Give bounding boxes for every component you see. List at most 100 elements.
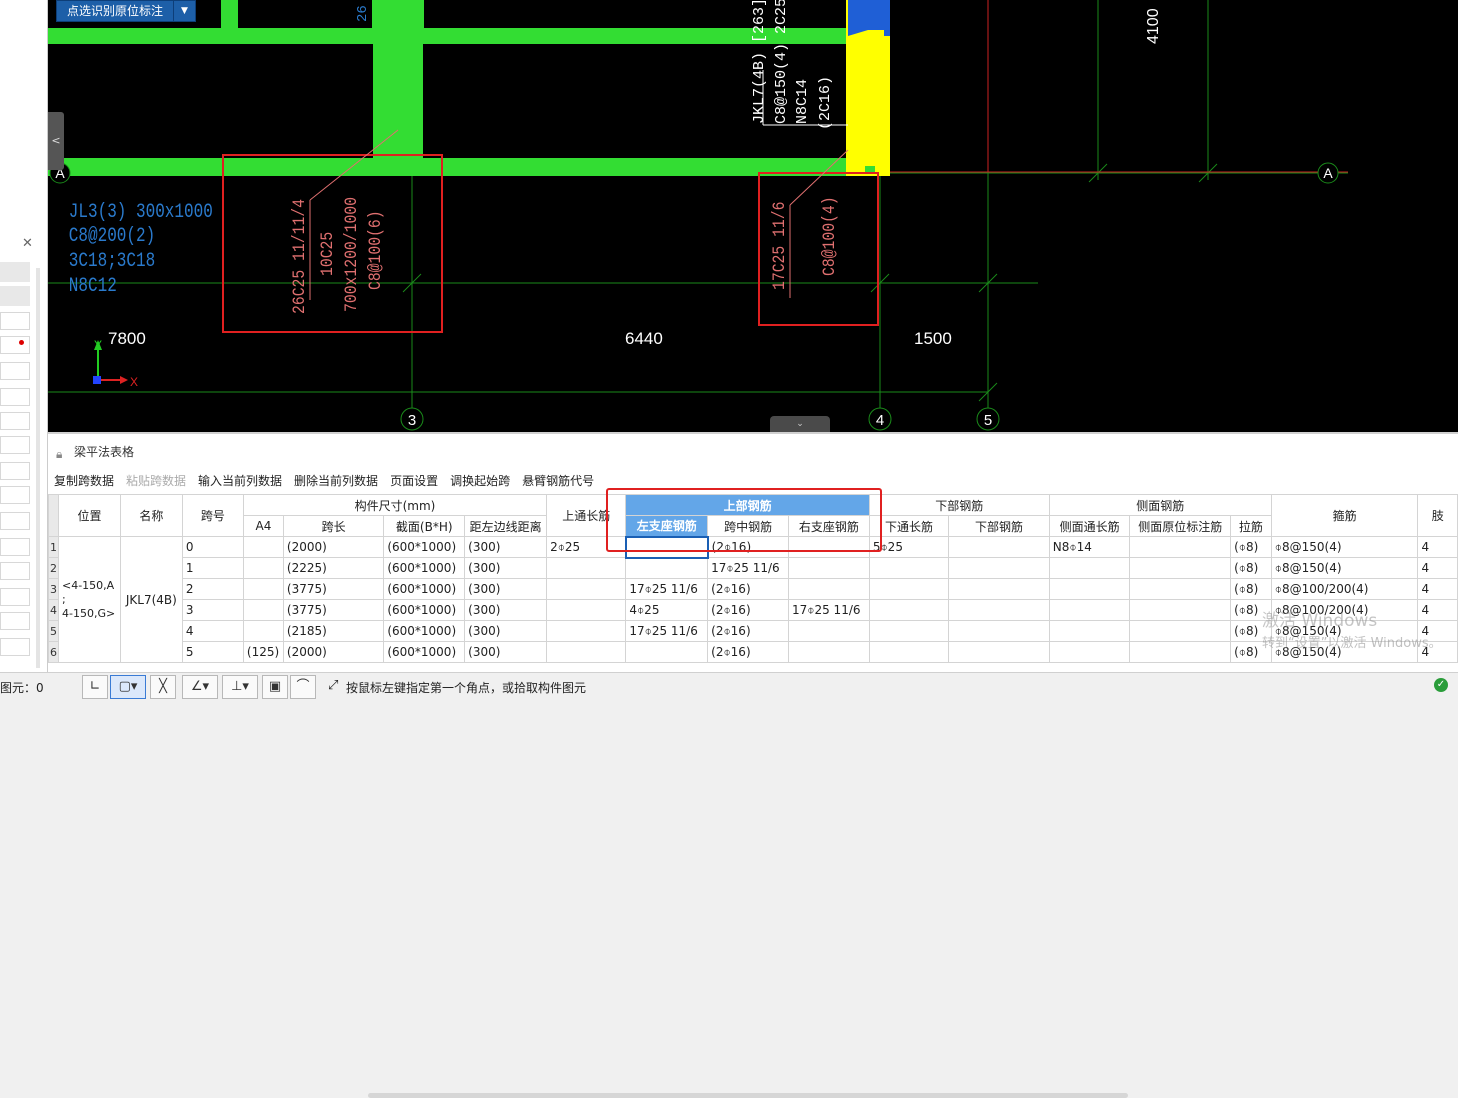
cell-dist[interactable]: (300) [464,536,548,558]
cell-span[interactable]: 4 [181,620,244,642]
table-row[interactable]: 6 5 (125) (2000) (600*1000) (300) (2⌽16) (⌽8) ⌽8… [48,641,1458,663]
cell-sthru[interactable] [1048,557,1131,579]
cell-a4[interactable] [242,578,284,600]
cell-top[interactable] [546,557,627,579]
property-row[interactable] [0,512,30,530]
cell-bbar[interactable] [948,557,1050,579]
cell-legs[interactable]: 4 [1417,599,1458,621]
table-row[interactable]: 2 1 (2225) (600*1000) (300) 17⌽25 11/6 (⌽8) ⌽8@… [48,557,1458,579]
cell-name[interactable]: JKL7(4B) [119,536,183,663]
cell-right[interactable] [788,536,870,558]
recognize-dropdown[interactable]: 点选识别原位标注 ▼ [56,0,196,22]
cell-sec[interactable]: (600*1000) [383,536,466,558]
chevron-down-icon[interactable]: ▼ [173,1,195,21]
cell-top[interactable] [546,641,627,663]
cell-bthru[interactable] [868,641,950,663]
collapse-bottom-icon[interactable]: ⌄ [770,416,830,432]
cell-bthru[interactable] [868,620,950,642]
cantilever-code-button[interactable]: 悬臂钢筋代号 [522,472,594,489]
cell-a4[interactable] [242,620,284,642]
cell-left[interactable] [625,557,709,579]
cell-sthru[interactable]: N8⌽14 [1048,536,1131,558]
cell-mid[interactable]: (2⌽16) [707,599,789,621]
cell-sthru[interactable] [1048,599,1131,621]
ortho-icon[interactable]: ∟ [82,675,108,699]
cell-bbar[interactable] [948,578,1050,600]
cell-sec[interactable]: (600*1000) [383,620,466,642]
cell-span[interactable]: 0 [181,536,244,558]
property-row[interactable] [0,388,30,406]
print-icon[interactable]: ▣ [262,675,288,699]
cell-sthru[interactable] [1048,641,1131,663]
property-row[interactable] [0,562,30,580]
cell-span[interactable]: 1 [181,557,244,579]
cell-stir[interactable]: ⌽8@100/200(4) [1270,578,1419,600]
cell-len[interactable]: (2185) [282,620,385,642]
cell-mid[interactable]: (2⌽16) [707,536,789,558]
cell-top[interactable] [546,620,627,642]
cell-len[interactable]: (2225) [282,557,385,579]
cell-top[interactable] [546,578,627,600]
cell-span[interactable]: 2 [181,578,244,600]
cell-bbar[interactable] [948,620,1050,642]
cell-left[interactable]: 17⌽25 11/6 [625,620,709,642]
cell-sorig[interactable] [1129,599,1232,621]
cell-stir[interactable]: ⌽8@150(4) [1270,536,1419,558]
angle-icon[interactable]: ∠▾ [182,675,218,699]
property-row[interactable] [0,462,30,480]
cell-top[interactable]: 2⌽25 [546,536,627,558]
property-row[interactable] [0,638,30,656]
swap-start-button[interactable]: 调换起始跨 [450,472,510,489]
table-row[interactable]: 1 <4-150,A ; 4-150,G> JKL7(4B) 0 (2000) (600*… [48,535,1458,663]
cell-sec[interactable]: (600*1000) [383,641,466,663]
cell-sorig[interactable] [1129,536,1232,558]
page-setup-button[interactable]: 页面设置 [390,472,438,489]
cell-len[interactable]: (2000) [282,536,385,558]
cell-left[interactable] [625,641,709,663]
cell-bbar[interactable] [948,536,1050,558]
cell-right[interactable] [788,620,870,642]
property-row[interactable] [0,312,30,330]
lock-icon[interactable]: 🔒︎ [56,444,62,464]
cell-mid[interactable]: (2⌽16) [707,641,789,663]
property-row[interactable] [0,412,30,430]
panel-scrollbar[interactable] [36,268,40,668]
cell-sorig[interactable] [1129,620,1232,642]
cell-dist[interactable]: (300) [464,620,548,642]
cell-sthru[interactable] [1048,578,1131,600]
cell-legs[interactable]: 4 [1417,557,1458,579]
cross-select-icon[interactable]: ╳ [150,675,176,699]
cell-position[interactable]: <4-150,A ; 4-150,G> [58,536,121,663]
cell-dist[interactable]: (300) [464,599,548,621]
cell-sorig[interactable] [1129,557,1232,579]
cell-tie[interactable]: (⌽8) [1230,557,1272,579]
horizontal-scrollbar[interactable] [368,1093,1128,1098]
cell-mid[interactable]: (2⌽16) [707,578,789,600]
cell-bthru[interactable] [868,557,950,579]
paste-span-button[interactable]: 粘贴跨数据 [126,472,186,489]
cell-tie[interactable]: (⌽8) [1230,578,1272,600]
property-row[interactable] [0,336,30,354]
table-row[interactable]: 3 2 (3775) (600*1000) (300) 17⌽25 11/6 (2⌽16) (… [48,578,1458,600]
copy-span-button[interactable]: 复制跨数据 [54,472,114,489]
cell-bthru[interactable]: 5⌽25 [868,536,950,558]
cell-sec[interactable]: (600*1000) [383,557,466,579]
cell-legs[interactable]: 4 [1417,536,1458,558]
property-row[interactable] [0,362,30,380]
cell-tie[interactable]: (⌽8) [1230,536,1272,558]
cell-stir[interactable]: ⌽8@150(4) [1270,557,1419,579]
table-row[interactable]: 5 4 (2185) (600*1000) (300) 17⌽25 11/6 (2⌽16)(… [48,620,1458,642]
cell-a4[interactable] [242,557,284,579]
cell-mid[interactable]: 17⌽25 11/6 [707,557,789,579]
cell-sorig[interactable] [1129,641,1232,663]
cell-sec[interactable]: (600*1000) [383,578,466,600]
cell-dist[interactable]: (300) [464,557,548,579]
property-row[interactable] [0,538,30,556]
arc-icon[interactable]: ⌒ [290,675,316,699]
cell-right[interactable] [788,641,870,663]
cell-bbar[interactable] [948,641,1050,663]
cell-right[interactable] [788,578,870,600]
cell-span[interactable]: 5 [181,641,244,663]
cell-right[interactable]: 17⌽25 11/6 [788,599,870,621]
cell-left[interactable] [624,535,709,559]
